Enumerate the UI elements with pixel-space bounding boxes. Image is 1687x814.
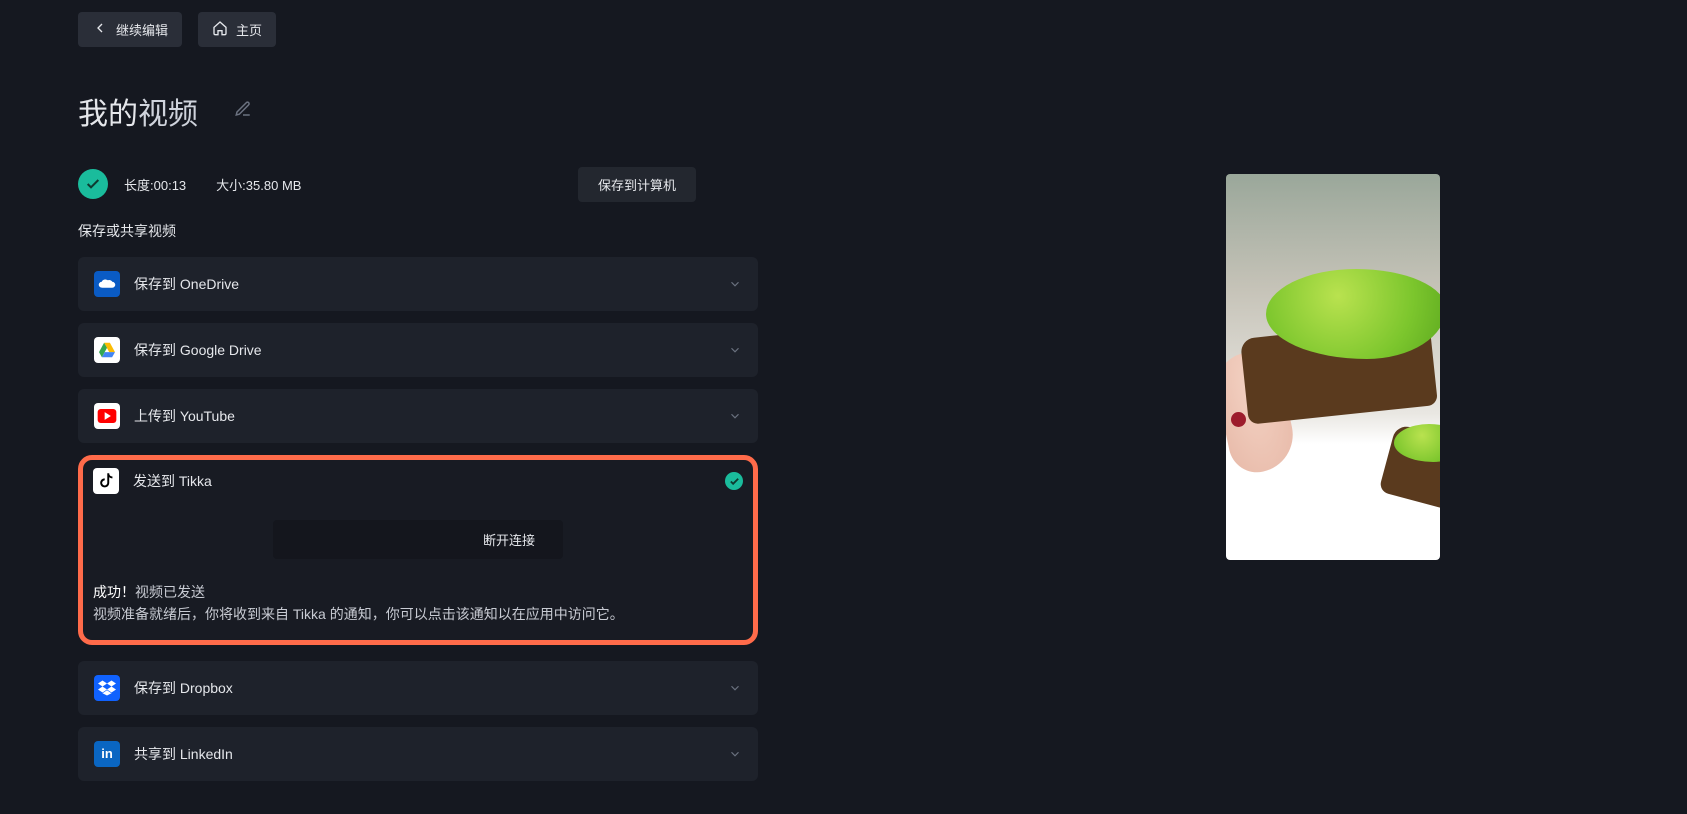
disconnect-label: 断开连接 xyxy=(483,533,535,548)
disconnect-button[interactable]: 断开连接 xyxy=(273,520,563,559)
tiktok-label: 发送到 Tikka xyxy=(133,471,212,491)
success-detail: 视频准备就绪后，你将收到来自 Tikka 的通知，你可以点击该通知以在应用中访问… xyxy=(93,603,743,625)
top-bar: 继续编辑 主页 xyxy=(78,12,758,47)
pencil-icon[interactable] xyxy=(234,100,252,123)
gdrive-icon xyxy=(94,337,120,363)
tiktok-header[interactable]: 发送到 Tikka xyxy=(93,468,743,494)
size-stat: 大小:35.80 MB xyxy=(216,175,301,194)
chevron-down-icon xyxy=(728,277,742,291)
dropbox-icon xyxy=(94,675,120,701)
linkedin-label: 共享到 LinkedIn xyxy=(134,744,233,764)
chevron-down-icon xyxy=(728,681,742,695)
continue-edit-label: 继续编辑 xyxy=(116,20,168,39)
share-row-linkedin[interactable]: in 共享到 LinkedIn xyxy=(78,727,758,781)
share-panel-tiktok: 发送到 Tikka 断开连接 成功！视频已发送 视频准备就绪后，你将收到来自 T… xyxy=(78,455,758,645)
onedrive-icon xyxy=(94,271,120,297)
dropbox-label: 保存到 Dropbox xyxy=(134,678,233,698)
arrow-left-icon xyxy=(92,20,108,39)
gdrive-label: 保存到 Google Drive xyxy=(134,340,262,360)
share-row-youtube[interactable]: 上传到 YouTube xyxy=(78,389,758,443)
page-title: 我的视频 xyxy=(78,89,198,133)
video-thumbnail[interactable] xyxy=(1226,174,1440,560)
share-row-onedrive[interactable]: 保存到 OneDrive xyxy=(78,257,758,311)
save-to-computer-button[interactable]: 保存到计算机 xyxy=(578,167,696,202)
chevron-down-icon xyxy=(728,409,742,423)
share-row-dropbox[interactable]: 保存到 Dropbox xyxy=(78,661,758,715)
linkedin-icon: in xyxy=(94,741,120,767)
share-section-label: 保存或共享视频 xyxy=(78,221,758,241)
success-prefix: 成功！ xyxy=(93,584,135,600)
share-row-gdrive[interactable]: 保存到 Google Drive xyxy=(78,323,758,377)
chevron-down-icon xyxy=(728,343,742,357)
chevron-down-icon xyxy=(728,747,742,761)
youtube-icon xyxy=(94,403,120,429)
title-light: 视频 xyxy=(138,98,198,131)
size-label: 大小: xyxy=(216,178,246,193)
tiktok-success-message: 成功！视频已发送 视频准备就绪后，你将收到来自 Tikka 的通知，你可以点击该… xyxy=(93,581,743,626)
save-to-computer-label: 保存到计算机 xyxy=(598,178,676,193)
tiktok-icon xyxy=(93,468,119,494)
onedrive-label: 保存到 OneDrive xyxy=(134,274,239,294)
length-value: 00:13 xyxy=(154,178,187,193)
home-label: 主页 xyxy=(236,20,262,39)
title-row: 我的视频 xyxy=(78,89,758,133)
size-value: 35.80 MB xyxy=(246,178,302,193)
title-bold: 我的 xyxy=(78,98,138,131)
home-icon xyxy=(212,20,228,39)
home-button[interactable]: 主页 xyxy=(198,12,276,47)
continue-edit-button[interactable]: 继续编辑 xyxy=(78,12,182,47)
length-stat: 长度:00:13 xyxy=(124,175,186,194)
tiktok-connected-icon xyxy=(725,472,743,490)
youtube-label: 上传到 YouTube xyxy=(134,406,235,426)
length-label: 长度: xyxy=(124,178,154,193)
status-check-icon xyxy=(78,169,108,199)
success-suffix: 视频已发送 xyxy=(135,584,205,600)
preview-pane xyxy=(758,12,1647,793)
stats-row: 长度:00:13 大小:35.80 MB 保存到计算机 xyxy=(78,169,758,199)
